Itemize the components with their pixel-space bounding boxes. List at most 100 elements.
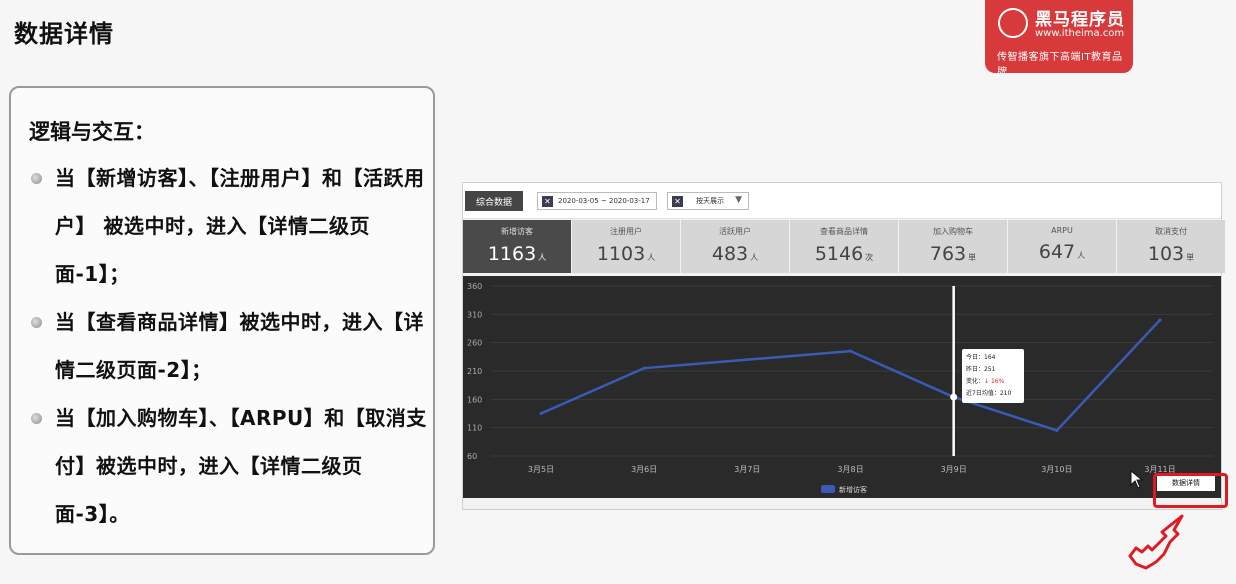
data-point [642, 366, 646, 370]
chart-svg: 60 110 160 210 260 310 360 3月5日 3月6日 3月7日 3月8日 3月9日… [467, 282, 1213, 494]
metric-value-row: 647 人 [1008, 241, 1116, 263]
logic-item: 当【新增访客】、【注册用户】和【活跃用户】 被选中时，进入【详情二级页面-1】； [31, 154, 431, 298]
x-tick-label: 3月7日 [734, 465, 760, 474]
metric-unit: 単 [1186, 253, 1195, 262]
metric-value-row: 1103 人 [572, 243, 680, 265]
metric-unit: 単 [968, 253, 977, 262]
logic-item-text: 当【加入购物车】、【ARPU】和【取消支付】被选中时，进入【详情二级页面-3】。 [55, 406, 427, 526]
metric-label: 新增访客 [501, 227, 533, 236]
line-chart: 60 110 160 210 260 310 360 3月5日 3月6日 3月7日 3月8日 3月9日… [463, 276, 1221, 498]
y-tick-label: 260 [467, 339, 482, 348]
metric-card[interactable]: 注册用户 1103 人 [572, 220, 680, 273]
display-mode-select[interactable]: ✕ 按天展示 ▼ [667, 192, 749, 210]
x-tick-label: 3月8日 [837, 465, 863, 474]
legend-label: 新增访客 [839, 485, 867, 494]
calendar-icon: ✕ [542, 196, 553, 207]
date-range-picker[interactable]: ✕ 2020-03-05 ~ 2020-03-17 [537, 192, 657, 210]
chevron-down-icon: ▼ [735, 195, 742, 205]
metric-card[interactable]: ARPU 647 人 [1008, 220, 1116, 273]
metric-label: 加入购物车 [933, 227, 973, 236]
brand-url: www.itheima.com [1035, 28, 1125, 39]
metric-value: 647 [1038, 241, 1076, 263]
metric-value-row: 103 単 [1117, 243, 1225, 265]
y-tick-label: 310 [467, 310, 482, 319]
bullet-icon [31, 173, 42, 184]
logo-emblem-icon [998, 8, 1028, 38]
metric-label: 查看商品详情 [820, 227, 868, 236]
metric-label: 注册用户 [610, 227, 642, 236]
logic-item-text: 当【查看商品详情】被选中时，进入【详情二级页面-2】； [55, 310, 424, 382]
metric-value: 763 [929, 243, 967, 265]
metric-unit: 次 [865, 253, 874, 262]
dashboard-toolbar: 综合数据 ✕ 2020-03-05 ~ 2020-03-17 ✕ 按天展示 ▼ [463, 183, 1221, 219]
data-point [745, 358, 749, 362]
brand-slogan: 传智播客旗下高端IT教育品牌 [997, 52, 1123, 73]
tooltip-change-row: 变化：↓ 16% [966, 376, 1020, 388]
metric-value-row: 5146 次 [790, 243, 898, 265]
metric-card[interactable]: 加入购物车 763 単 [899, 220, 1007, 273]
date-range-value: 2020-03-05 ~ 2020-03-17 [558, 197, 650, 205]
y-tick-label: 60 [467, 452, 477, 461]
metric-cards: 新增访客 1163 人 注册用户 1103 人 活跃用户 483 人 查看商品详情 5… [463, 220, 1225, 275]
logic-item: 当【查看商品详情】被选中时，进入【详情二级页面-2】； [31, 298, 431, 394]
page: { "page_title": "数据详情", "brand": { "name… [0, 0, 1236, 584]
data-point [1158, 318, 1162, 322]
y-tick-label: 360 [467, 282, 482, 291]
metric-unit: 人 [1077, 251, 1086, 260]
metric-unit: 人 [647, 253, 656, 262]
logic-item: 当【加入购物车】、【ARPU】和【取消支付】被选中时，进入【详情二级页面-3】。 [31, 394, 431, 538]
bullet-icon [31, 413, 42, 424]
metric-value-row: 1163 人 [463, 243, 571, 265]
metric-label: 取消支付 [1155, 227, 1187, 236]
mouse-cursor-icon [1130, 470, 1144, 489]
tooltip-today: 今日：164 [966, 354, 996, 361]
tooltip-change-label: 变化： [966, 378, 985, 385]
metric-value: 483 [711, 243, 749, 265]
y-tick-label: 160 [467, 395, 482, 404]
brand-logo: 黑马程序员 www.itheima.com 传智播客旗下高端IT教育品牌 [985, 0, 1133, 73]
metric-card[interactable]: 活跃用户 483 人 [681, 220, 789, 273]
logic-item-text: 当【新增访客】、【注册用户】和【活跃用户】 被选中时，进入【详情二级页面-1】； [55, 166, 425, 286]
metric-unit: 人 [750, 253, 759, 262]
y-tick-label: 210 [467, 367, 482, 376]
x-tick-label: 3月9日 [941, 465, 967, 474]
metric-value-row: 483 人 [681, 243, 789, 265]
chart-tooltip: 今日：164 昨日：251 变化：↓ 16% 近7日均值：210 [962, 349, 1024, 403]
dashboard-mockup: 综合数据 ✕ 2020-03-05 ~ 2020-03-17 ✕ 按天展示 ▼ … [462, 182, 1225, 510]
metric-value: 103 [1147, 243, 1185, 265]
series-line [540, 319, 1161, 432]
tooltip-avg: 近7日均值：210 [966, 390, 1012, 397]
pointing-hand-icon [1128, 514, 1184, 570]
tab-overview[interactable]: 综合数据 [465, 191, 523, 211]
tooltip-change-value: ↓ 16% [984, 378, 1005, 385]
metric-label: ARPU [1051, 226, 1073, 235]
metric-card[interactable]: 查看商品详情 5146 次 [790, 220, 898, 273]
tooltip-yesterday: 昨日：251 [966, 366, 996, 373]
y-tick-label: 110 [467, 424, 482, 433]
logic-list: 当【新增访客】、【注册用户】和【活跃用户】 被选中时，进入【详情二级页面-1】；… [31, 154, 431, 538]
mode-icon: ✕ [672, 196, 683, 207]
page-title: 数据详情 [14, 20, 114, 48]
metric-label: 活跃用户 [719, 227, 751, 236]
data-point [1055, 429, 1059, 432]
metric-value: 1163 [487, 243, 537, 265]
display-mode-value: 按天展示 [696, 197, 724, 205]
metric-value-row: 763 単 [899, 243, 1007, 265]
metric-value: 5146 [814, 243, 864, 265]
highlight-box [1153, 473, 1228, 508]
brand-name: 黑马程序员 [1035, 10, 1125, 30]
metric-card[interactable]: 取消支付 103 単 [1117, 220, 1225, 273]
metric-unit: 人 [538, 253, 547, 262]
x-tick-label: 3月6日 [631, 465, 657, 474]
logic-heading: 逻辑与交互： [29, 120, 155, 144]
bullet-icon [31, 317, 42, 328]
metric-card[interactable]: 新增访客 1163 人 [463, 220, 571, 273]
metric-value: 1103 [596, 243, 646, 265]
logic-panel: 逻辑与交互： 当【新增访客】、【注册用户】和【活跃用户】 被选中时，进入【详情二… [9, 86, 435, 555]
hover-point [950, 393, 958, 401]
x-tick-label: 3月10日 [1041, 465, 1072, 474]
legend-swatch [821, 485, 835, 493]
x-tick-label: 3月5日 [528, 465, 554, 474]
data-point [849, 349, 852, 353]
data-point [539, 412, 543, 415]
